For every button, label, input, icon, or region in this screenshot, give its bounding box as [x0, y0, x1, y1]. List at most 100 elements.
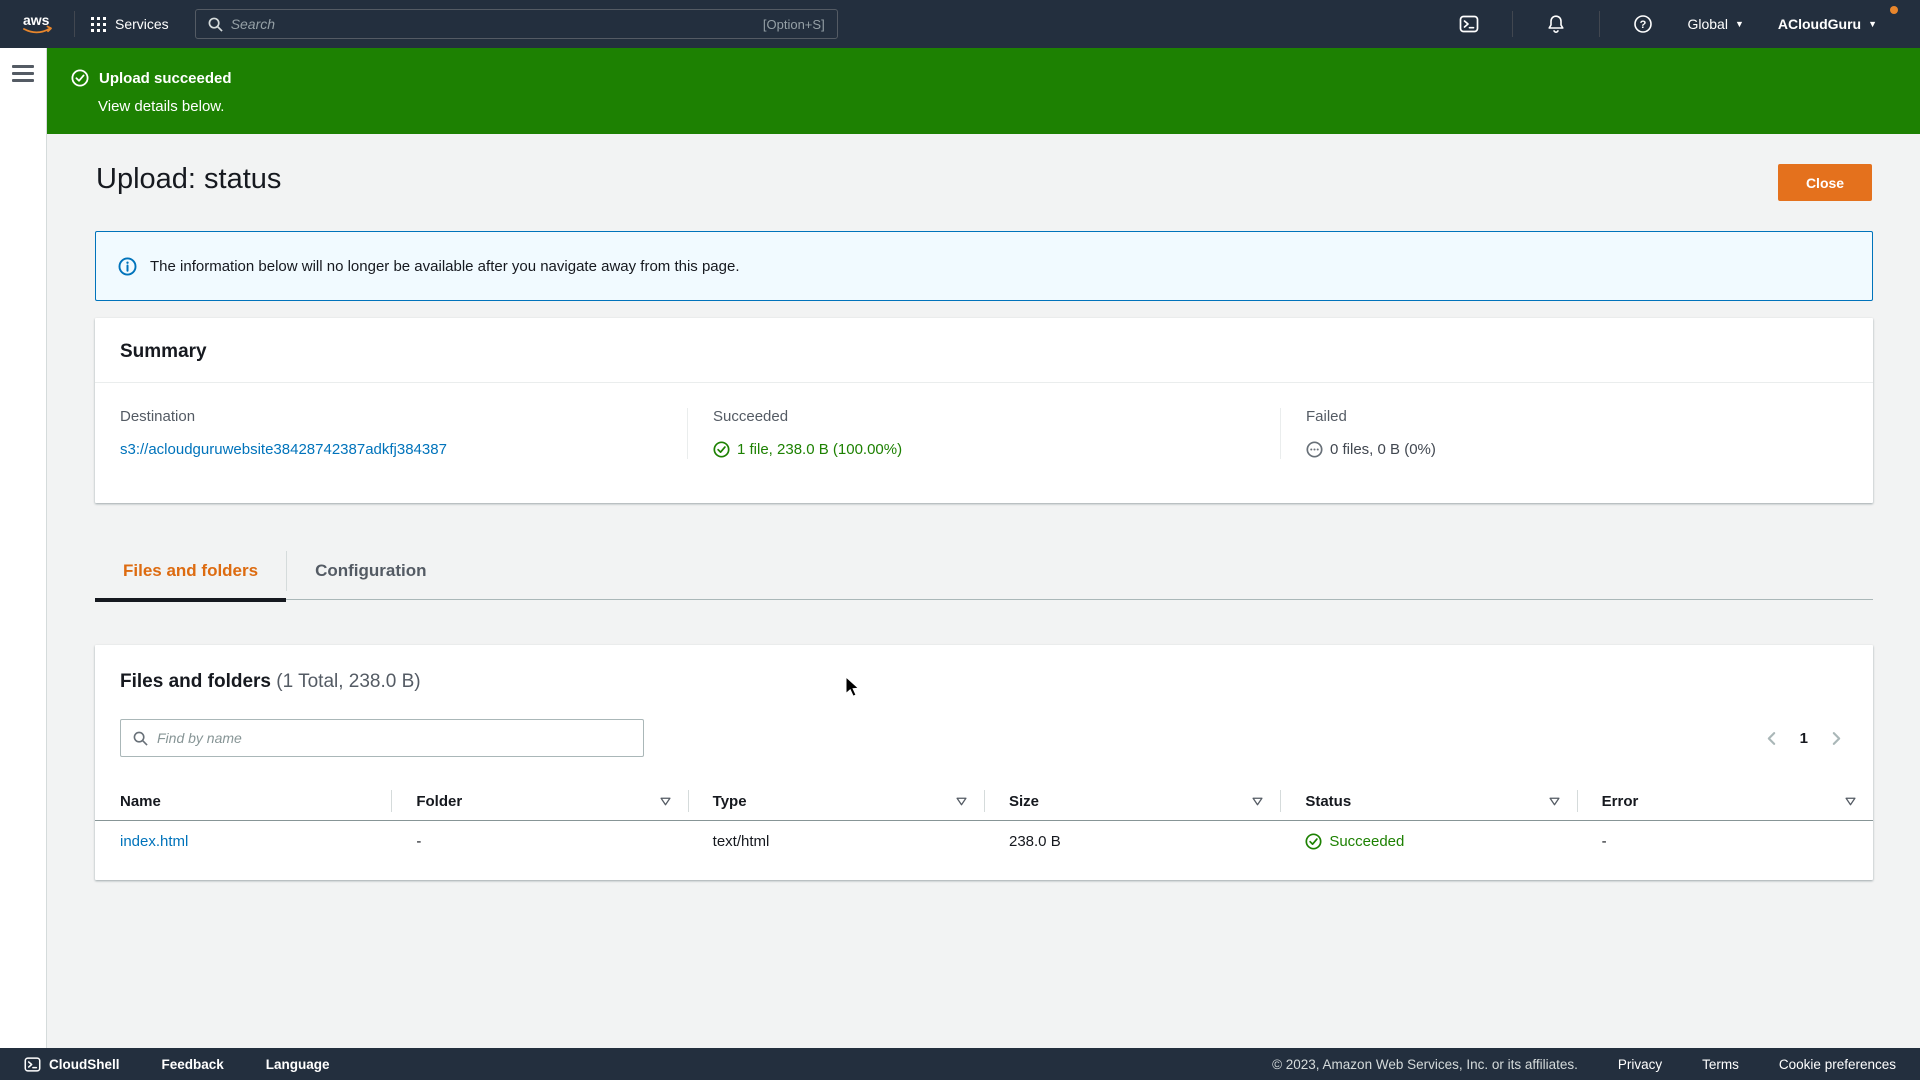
collapsed-sidebar — [0, 48, 47, 1048]
notification-dot-badge — [1890, 6, 1898, 14]
filter-dropdown-icon[interactable] — [1548, 796, 1561, 807]
close-button[interactable]: Close — [1778, 164, 1872, 201]
filter-dropdown-icon[interactable] — [659, 796, 672, 807]
success-check-icon — [71, 69, 89, 87]
footer-cookie-preferences-link[interactable]: Cookie preferences — [1779, 1057, 1896, 1072]
next-page-button[interactable] — [1828, 729, 1845, 748]
filter-dropdown-icon[interactable] — [1251, 796, 1264, 807]
hamburger-menu-button[interactable] — [12, 65, 34, 82]
cell-name: index.html — [95, 821, 391, 861]
svg-text:aws: aws — [23, 12, 50, 28]
search-shortcut-hint: [Option+S] — [763, 17, 825, 32]
failed-value: 0 files, 0 B (0%) — [1330, 441, 1436, 458]
file-link[interactable]: index.html — [120, 833, 188, 850]
summary-succeeded-column: Succeeded 1 file, 238.0 B (100.00%) — [687, 408, 1280, 459]
cloudshell-terminal-button[interactable] — [1442, 14, 1496, 34]
footer-cloudshell-button[interactable]: CloudShell — [24, 1056, 120, 1073]
cell-status: Succeeded — [1280, 821, 1576, 861]
global-search-box[interactable]: [Option+S] — [195, 9, 838, 39]
nav-divider — [74, 11, 75, 37]
summary-heading: Summary — [95, 318, 1873, 383]
region-selector[interactable]: Global ▼ — [1670, 16, 1760, 32]
column-label: Status — [1305, 793, 1351, 810]
footer-language-link[interactable]: Language — [266, 1057, 330, 1072]
filter-dropdown-icon[interactable] — [955, 796, 968, 807]
flashbar-title: Upload succeeded — [99, 70, 232, 87]
filter-dropdown-icon[interactable] — [1844, 796, 1857, 807]
tab-bar: Files and folders Configuration — [95, 545, 1873, 600]
failed-label: Failed — [1306, 408, 1848, 425]
column-header-folder: Folder — [391, 782, 687, 820]
notifications-button[interactable] — [1529, 14, 1583, 34]
aws-logo[interactable]: aws — [20, 11, 58, 37]
column-label: Type — [713, 793, 747, 810]
column-label: Error — [1602, 793, 1639, 810]
search-icon — [133, 731, 148, 746]
column-header-status: Status — [1280, 782, 1576, 820]
column-header-error: Error — [1577, 782, 1873, 820]
status-success-icon — [1305, 833, 1322, 850]
bell-icon — [1546, 14, 1566, 34]
svg-text:?: ? — [1640, 19, 1647, 31]
search-input[interactable] — [231, 16, 755, 32]
info-icon — [118, 257, 137, 276]
region-label: Global — [1687, 16, 1727, 32]
tab-label: Configuration — [315, 561, 426, 580]
files-heading-meta: (1 Total, 238.0 B) — [276, 671, 420, 692]
services-label: Services — [115, 16, 169, 32]
footer-terms-link[interactable]: Terms — [1702, 1057, 1739, 1072]
files-heading-text: Files and folders — [120, 671, 271, 692]
succeeded-label: Succeeded — [713, 408, 1255, 425]
column-header-name: Name — [95, 782, 391, 820]
help-button[interactable]: ? — [1616, 14, 1670, 34]
previous-page-button[interactable] — [1763, 729, 1780, 748]
failed-pending-icon — [1306, 441, 1323, 458]
cloudshell-label: CloudShell — [49, 1057, 120, 1072]
footer-privacy-link[interactable]: Privacy — [1618, 1057, 1662, 1072]
footer-feedback-link[interactable]: Feedback — [162, 1057, 224, 1072]
tab-label: Files and folders — [123, 561, 258, 580]
nav-divider — [1512, 11, 1513, 37]
account-menu[interactable]: ACloudGuru ▼ — [1761, 16, 1894, 32]
info-banner-text: The information below will no longer be … — [150, 258, 740, 275]
summary-failed-column: Failed 0 files, 0 B (0%) — [1280, 408, 1873, 459]
nav-divider — [1599, 11, 1600, 37]
aws-logo-icon: aws — [20, 11, 58, 37]
tab-files-and-folders[interactable]: Files and folders — [95, 545, 286, 599]
find-by-name-input[interactable] — [157, 730, 631, 746]
success-flashbar: Upload succeeded View details below. — [47, 48, 1920, 134]
nav-right-cluster: ? Global ▼ ACloudGuru ▼ — [1442, 11, 1894, 37]
destination-label: Destination — [120, 408, 662, 425]
services-menu-button[interactable]: Services — [91, 16, 169, 32]
files-table: Name Folder Type Size Sta — [95, 782, 1873, 861]
succeeded-check-icon — [713, 441, 730, 458]
summary-destination-column: Destination s3://acloudguruwebsite384287… — [95, 408, 687, 459]
page-number[interactable]: 1 — [1800, 730, 1808, 747]
column-label: Folder — [416, 793, 462, 810]
find-by-name-box[interactable] — [120, 719, 644, 757]
help-icon: ? — [1633, 14, 1653, 34]
chevron-down-icon: ▼ — [1868, 20, 1877, 29]
chevron-left-icon — [1765, 731, 1778, 746]
cell-error: - — [1577, 821, 1873, 861]
column-label: Size — [1009, 793, 1039, 810]
cell-type: text/html — [688, 821, 984, 861]
column-header-size: Size — [984, 782, 1280, 820]
console-footer: CloudShell Feedback Language © 2023, Ama… — [0, 1048, 1920, 1080]
status-text: Succeeded — [1329, 833, 1404, 850]
search-icon — [208, 17, 223, 32]
services-grid-icon — [91, 17, 106, 32]
destination-bucket-link[interactable]: s3://acloudguruwebsite38428742387adkfj38… — [120, 441, 447, 458]
table-row: index.html - text/html 238.0 B Succeeded — [95, 821, 1873, 861]
page-title: Upload: status — [96, 163, 281, 196]
copyright-text: © 2023, Amazon Web Services, Inc. or its… — [1272, 1057, 1578, 1072]
tab-configuration[interactable]: Configuration — [286, 551, 454, 591]
summary-card: Summary Destination s3://acloudguruwebsi… — [95, 318, 1873, 503]
table-header-row: Name Folder Type Size Sta — [95, 782, 1873, 821]
cell-folder: - — [391, 821, 687, 861]
chevron-right-icon — [1830, 731, 1843, 746]
account-label: ACloudGuru — [1778, 16, 1861, 32]
column-label: Name — [120, 793, 161, 810]
top-navigation-bar: aws Services [Option+S] — [0, 0, 1920, 48]
flashbar-subtitle: View details below. — [98, 98, 1920, 115]
